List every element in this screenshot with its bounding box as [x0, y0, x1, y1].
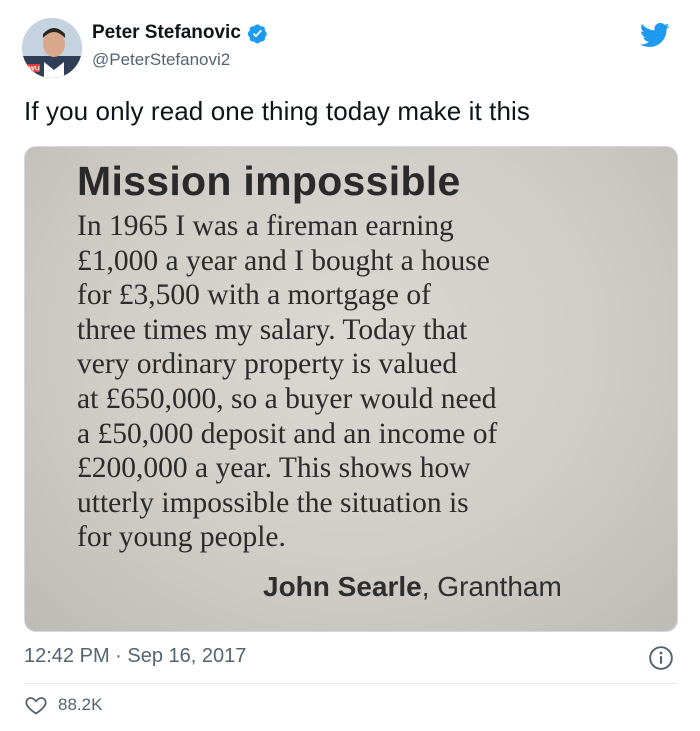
clipping-body: In 1965 I was a fireman earning £1,000 a…	[77, 209, 647, 555]
twitter-bird-icon[interactable]	[638, 20, 672, 50]
avatar-image: CWU	[22, 18, 82, 78]
info-icon[interactable]	[648, 645, 674, 671]
clipping-line: at £650,000, so a buyer would need	[77, 382, 497, 415]
signature-separator: ,	[421, 571, 430, 602]
author-name-row[interactable]: Peter Stefanovic	[92, 22, 268, 44]
author-display-name[interactable]: Peter Stefanovic	[92, 22, 241, 44]
verified-badge-icon	[247, 23, 267, 43]
clipping-line: for £3,500 with a mortgage of	[77, 279, 431, 312]
like-button[interactable]: 88.2K	[24, 693, 102, 717]
tweet-text: If you only read one thing today make it…	[24, 96, 531, 126]
clipping-line: three times my salary. Today that	[77, 313, 468, 346]
heart-icon[interactable]	[24, 693, 48, 717]
clipping-line: In 1965 I was a fireman earning	[77, 210, 454, 242]
tweet-timestamp[interactable]: 12:42 PM · Sep 16, 2017	[24, 645, 246, 668]
author-handle[interactable]: @PeterStefanovi2	[92, 50, 230, 70]
clipping-line: utterly impossible the situation is	[77, 486, 469, 519]
divider	[24, 683, 676, 684]
clipping-signature: John Searle, Grantham	[263, 571, 562, 603]
signature-place: Grantham	[429, 571, 562, 602]
signature-name: John Searle	[263, 571, 422, 602]
like-count: 88.2K	[58, 695, 103, 714]
clipping-line: £200,000 a year. This shows how	[77, 452, 471, 485]
clipping-line: £1,000 a year and I bought a house	[77, 244, 490, 277]
clipping-line: for young people.	[77, 521, 286, 554]
clipping-line: a £50,000 deposit and an income of	[77, 417, 498, 450]
clipping-line: very ordinary property is valued	[77, 348, 458, 381]
newspaper-clipping-image[interactable]: Mission impossible In 1965 I was a firem…	[24, 146, 678, 632]
avatar-badge-text: CWU	[24, 66, 40, 73]
avatar[interactable]: CWU	[22, 18, 82, 78]
clipping-headline: Mission impossible	[77, 158, 461, 204]
